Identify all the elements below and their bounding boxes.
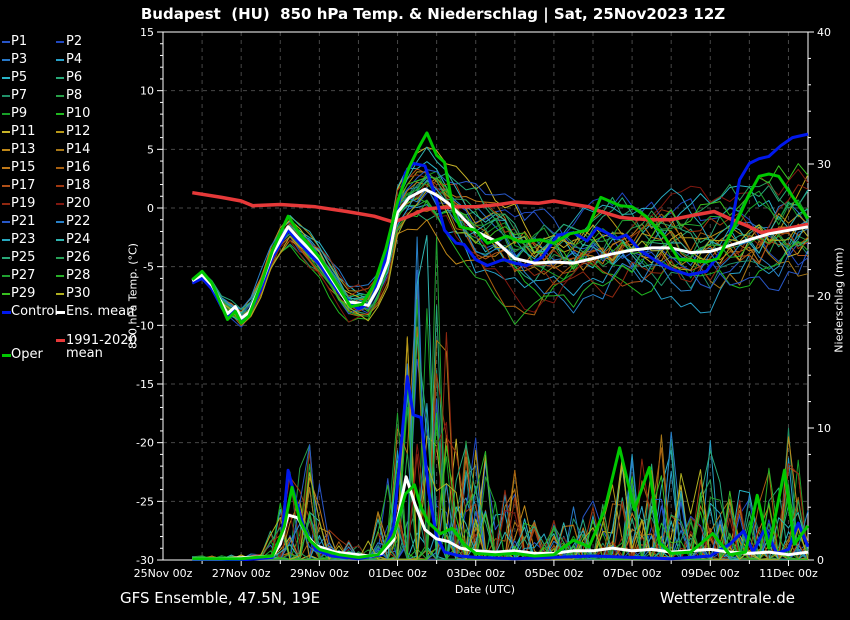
main-series (192, 133, 808, 560)
x-tick-label: 29Nov 00z (290, 567, 349, 580)
x-tick-label: 25Nov 00z (134, 567, 193, 580)
y-right-tick-label: 40 (817, 26, 831, 39)
y-right-tick-label: 10 (817, 422, 831, 435)
y-left-tick-label: -30 (136, 554, 154, 567)
watermark: Wetterzentrale.de (660, 589, 795, 607)
x-tick-label: 05Dec 00z (525, 567, 584, 580)
y-left-tick-label: 10 (140, 85, 154, 98)
y-left-tick-label: -25 (136, 495, 154, 508)
y-axis-label-temp: 850 hPa Temp. (°C) (127, 243, 140, 349)
x-tick-label: 03Dec 00z (446, 567, 505, 580)
y-right-tick-label: 20 (817, 290, 831, 303)
y-left-tick-label: 15 (140, 26, 154, 39)
x-tick-label: 27Nov 00z (212, 567, 271, 580)
x-tick-label: 01Dec 00z (368, 567, 427, 580)
y-left-tick-label: -20 (136, 437, 154, 450)
model-info: GFS Ensemble, 47.5N, 19E (120, 589, 320, 607)
x-tick-label: 07Dec 00z (603, 567, 662, 580)
y-right-tick-label: 30 (817, 158, 831, 171)
x-tick-label: 09Dec 00z (681, 567, 740, 580)
y-left-tick-label: 0 (147, 202, 154, 215)
y-axis-label-precip: Niederschlag (mm) (833, 247, 846, 352)
chart-page: Budapest (HU) 850 hPa Temp. & Niederschl… (0, 0, 850, 620)
member-temp-P28 (192, 201, 808, 325)
x-axis-label: Date (UTC) (455, 583, 515, 596)
y-right-tick-label: 0 (817, 554, 824, 567)
x-tick-label: 11Dec 00z (759, 567, 818, 580)
y-left-tick-label: -15 (136, 378, 154, 391)
y-left-tick-label: -5 (143, 261, 154, 274)
y-left-tick-label: 5 (147, 143, 154, 156)
